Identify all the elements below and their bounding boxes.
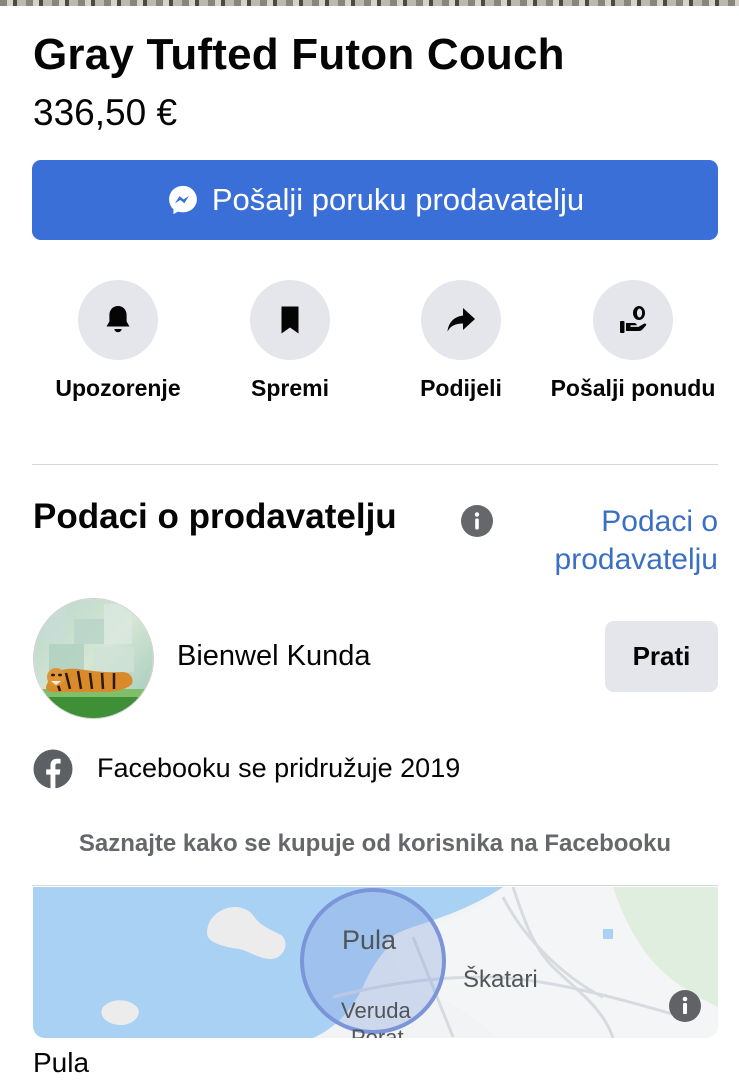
seller-details-link-text[interactable]: Podaci o prodavatelju	[532, 503, 718, 579]
share-icon	[447, 308, 475, 332]
seller-section-heading: Podaci o prodavatelju	[33, 497, 397, 536]
map-divider	[32, 885, 718, 886]
facebook-icon	[33, 749, 73, 789]
avatar-image	[34, 599, 153, 718]
listing-price: 336,50 €	[33, 92, 178, 133]
offer-icon	[620, 306, 647, 333]
info-icon[interactable]	[460, 504, 494, 538]
send-offer-action[interactable]: Pošalji ponudu	[548, 280, 718, 404]
map-image: Pula Škatari Veruda Porat	[33, 887, 718, 1038]
send-offer-circle[interactable]	[593, 280, 673, 360]
alert-action[interactable]: Upozorenje	[33, 280, 203, 404]
message-seller-label: Pošalji poruku prodavatelju	[211, 182, 585, 217]
seller-avatar[interactable]	[33, 598, 154, 719]
map-label-skatari: Škatari	[463, 965, 538, 993]
save-label: Spremi	[251, 375, 329, 401]
section-divider	[32, 464, 718, 465]
share-circle[interactable]	[421, 280, 501, 360]
share-label: Podijeli	[420, 375, 502, 401]
bell-icon	[106, 306, 130, 333]
map-label-porat: Porat	[351, 1025, 404, 1038]
share-action[interactable]: Podijeli	[376, 280, 546, 404]
alert-label: Upozorenje	[55, 375, 181, 401]
save-circle[interactable]	[250, 280, 330, 360]
message-seller-button[interactable]: Pošalji poruku prodavatelju	[32, 160, 718, 240]
bookmark-icon	[281, 306, 299, 334]
listing-title: Gray Tufted Futon Couch	[33, 30, 565, 79]
location-name: Pula	[33, 1047, 90, 1078]
send-offer-label: Pošalji ponudu	[550, 375, 716, 401]
save-action[interactable]: Spremi	[205, 280, 375, 404]
map-label-pula: Pula	[342, 925, 397, 955]
location-map[interactable]: Pula Škatari Veruda Porat	[33, 887, 718, 1038]
listing-photo-edge	[0, 0, 739, 6]
messenger-icon	[168, 185, 197, 215]
alert-circle[interactable]	[78, 280, 158, 360]
map-label-veruda: Veruda	[341, 998, 411, 1023]
seller-details-link[interactable]: Podaci o prodavatelju	[532, 503, 718, 579]
learn-buying-link[interactable]: Saznajte kako se kupuje od korisnika na …	[0, 830, 739, 858]
seller-name[interactable]: Bienwel Kunda	[177, 640, 370, 673]
joined-facebook-text: Facebooku se pridružuje 2019	[97, 753, 461, 783]
follow-button[interactable]: Prati	[605, 621, 718, 692]
